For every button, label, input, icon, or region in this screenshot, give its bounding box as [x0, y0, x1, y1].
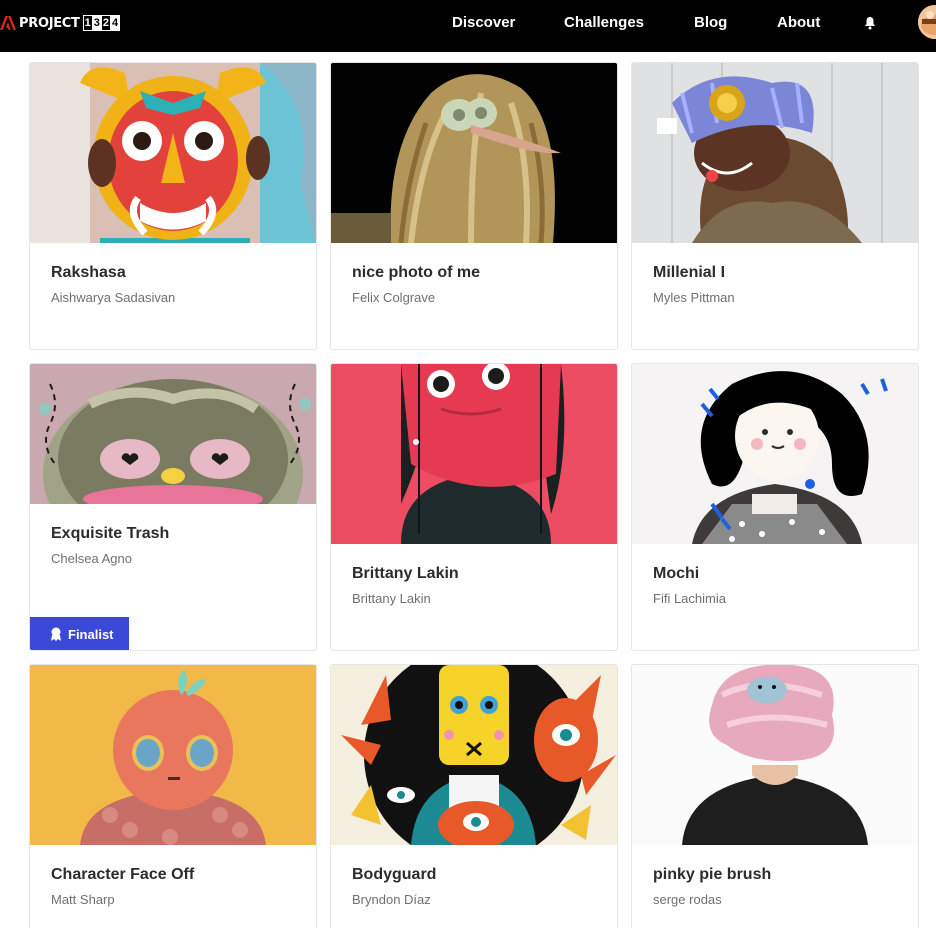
project-card[interactable]: Exquisite Trash Chelsea Agno Finalist [29, 363, 317, 651]
project-thumbnail[interactable] [632, 364, 918, 544]
project-card[interactable]: Bodyguard Bryndon Díaz [330, 664, 618, 928]
nav-blog[interactable]: Blog [694, 14, 727, 31]
project-author[interactable]: Felix Colgrave [352, 290, 435, 305]
project-author[interactable]: Fifi Lachimia [653, 591, 726, 606]
project-card[interactable]: Millenial I Myles Pittman [631, 62, 919, 350]
project-thumbnail[interactable] [30, 665, 316, 845]
badge-label: Finalist [68, 626, 114, 642]
project-author[interactable]: Myles Pittman [653, 290, 735, 305]
project-author[interactable]: Bryndon Díaz [352, 892, 431, 907]
project-author[interactable]: Brittany Lakin [352, 591, 431, 606]
project-card[interactable]: Character Face Off Matt Sharp [29, 664, 317, 928]
finalist-badge: Finalist [30, 617, 129, 650]
main-nav: Discover Challenges Blog About [0, 14, 936, 34]
project-author[interactable]: Matt Sharp [51, 892, 115, 907]
project-card[interactable]: Rakshasa Aishwarya Sadasivan [29, 62, 317, 350]
nav-discover[interactable]: Discover [452, 14, 515, 31]
project-card[interactable]: Brittany Lakin Brittany Lakin [330, 363, 618, 651]
project-thumbnail[interactable] [30, 364, 316, 504]
award-ribbon-icon [50, 627, 62, 641]
project-card[interactable]: pinky pie brush serge rodas [631, 664, 919, 928]
project-title[interactable]: Bodyguard [352, 866, 436, 884]
top-navigation-bar: PROJECT 1 3 2 4 Discover Challenges Blog… [0, 0, 936, 52]
project-title[interactable]: nice photo of me [352, 264, 480, 282]
project-title[interactable]: Character Face Off [51, 866, 194, 884]
project-title[interactable]: Millenial I [653, 264, 725, 282]
project-thumbnail[interactable] [331, 364, 617, 544]
project-thumbnail[interactable] [632, 665, 918, 845]
project-thumbnail[interactable] [30, 63, 316, 243]
project-thumbnail[interactable] [632, 63, 918, 243]
project-card[interactable]: nice photo of me Felix Colgrave [330, 62, 618, 350]
project-author[interactable]: Aishwarya Sadasivan [51, 290, 175, 305]
project-thumbnail[interactable] [331, 63, 617, 243]
project-title[interactable]: Brittany Lakin [352, 565, 459, 583]
bell-icon[interactable] [863, 16, 877, 30]
project-title[interactable]: Exquisite Trash [51, 525, 169, 543]
nav-about[interactable]: About [777, 14, 820, 31]
nav-challenges[interactable]: Challenges [564, 14, 644, 31]
project-title[interactable]: pinky pie brush [653, 866, 771, 884]
project-card[interactable]: Mochi Fifi Lachimia [631, 363, 919, 651]
project-thumbnail[interactable] [331, 665, 617, 845]
project-author[interactable]: Chelsea Agno [51, 551, 132, 566]
project-title[interactable]: Rakshasa [51, 264, 126, 282]
project-title[interactable]: Mochi [653, 565, 699, 583]
project-author[interactable]: serge rodas [653, 892, 722, 907]
